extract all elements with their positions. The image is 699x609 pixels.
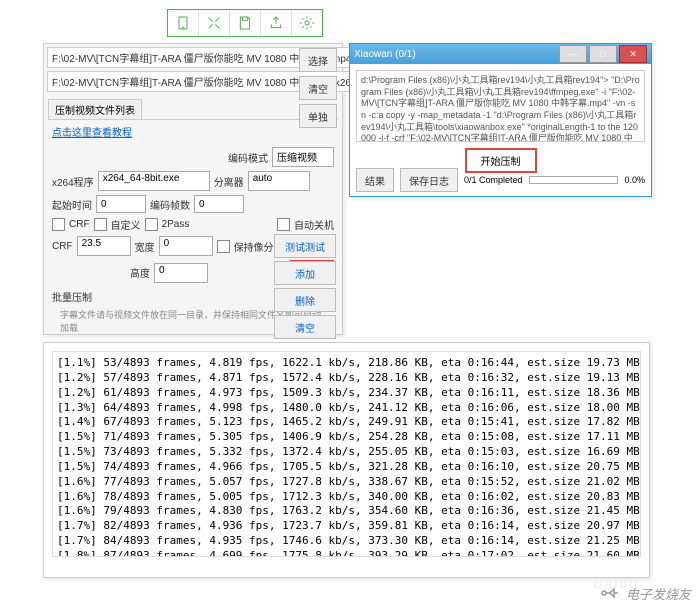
keep-res-check[interactable]	[217, 240, 230, 253]
start-label: 起始时间	[52, 197, 92, 212]
save-log-button[interactable]: 保存日志	[400, 168, 458, 192]
result-button[interactable]: 结果	[356, 168, 394, 192]
crf-spinner[interactable]: 23.5	[77, 236, 131, 256]
x264-select[interactable]: x264_64-8bit.exe	[98, 171, 210, 191]
site-watermark: 电子发烧友	[598, 581, 691, 605]
custom-radio[interactable]	[94, 218, 107, 231]
encode-frames-label: 编码帧数	[150, 197, 190, 212]
expand-icon[interactable]	[199, 10, 230, 36]
status-text: 0/1 Completed	[464, 175, 523, 185]
tutorial-link[interactable]: 点击这里查看教程	[52, 124, 132, 139]
settings-icon[interactable]	[292, 10, 322, 36]
tablet-icon[interactable]	[168, 10, 199, 36]
command-log: d:\Program Files (x86)\小丸工具箱rev194\小丸工具箱…	[356, 70, 645, 142]
test-button[interactable]: 测试测试	[274, 234, 336, 258]
select-button[interactable]: 选择	[299, 48, 337, 72]
percent-text: 0.0%	[624, 175, 645, 185]
clear2-button[interactable]: 清空	[274, 315, 336, 339]
single-button[interactable]: 单独	[299, 104, 337, 128]
x264-label: x264程序	[52, 174, 94, 189]
clear-button[interactable]: 清空	[299, 76, 337, 100]
start-input[interactable]	[96, 195, 146, 213]
maximize-button[interactable]: □	[589, 45, 617, 63]
share-icon[interactable]	[261, 10, 292, 36]
auto-shutdown-check[interactable]	[277, 218, 290, 231]
encoder-settings-window: F:\02-MV\[TCN字幕组]T-ARA 僵尸版你能吃 MV 1080 中韩…	[43, 43, 343, 335]
titlebar: Xiaowan (0/1) — □ ✕	[350, 44, 651, 64]
encode-frames-input[interactable]	[194, 195, 244, 213]
tab[interactable]: 压制视频文件列表	[48, 99, 142, 119]
mode-label: 编码模式	[228, 150, 268, 165]
diode-icon	[598, 581, 622, 605]
progress-bar	[529, 176, 619, 184]
floating-toolbar	[167, 9, 323, 37]
splitter-select[interactable]: auto	[248, 171, 310, 191]
console-output: [1.1%] 53/4893 frames, 4.819 fps, 1622.1…	[52, 351, 641, 557]
2pass-radio[interactable]	[145, 218, 158, 231]
width-spinner[interactable]: 0	[159, 236, 213, 256]
crf-radio[interactable]	[52, 218, 65, 231]
console-window: [1.1%] 53/4893 frames, 4.819 fps, 1622.1…	[43, 342, 650, 578]
progress-window: Xiaowan (0/1) — □ ✕ d:\Program Files (x8…	[349, 43, 652, 197]
tab-bar: 压制视频文件列表	[48, 99, 338, 120]
minimize-button[interactable]: —	[559, 45, 587, 63]
add-button[interactable]: 添加	[274, 261, 336, 285]
crf-val-label: CRF	[52, 241, 73, 252]
save-icon[interactable]	[230, 10, 261, 36]
split-label: 分离器	[214, 174, 244, 189]
window-title: Xiaowan (0/1)	[354, 49, 416, 60]
close-button[interactable]: ✕	[619, 45, 647, 63]
batch-label: 批量压制	[52, 289, 92, 304]
delete-button[interactable]: 删除	[274, 288, 336, 312]
encode-mode-select[interactable]: 压缩视频	[272, 147, 334, 167]
height-spinner[interactable]: 0	[154, 263, 208, 283]
